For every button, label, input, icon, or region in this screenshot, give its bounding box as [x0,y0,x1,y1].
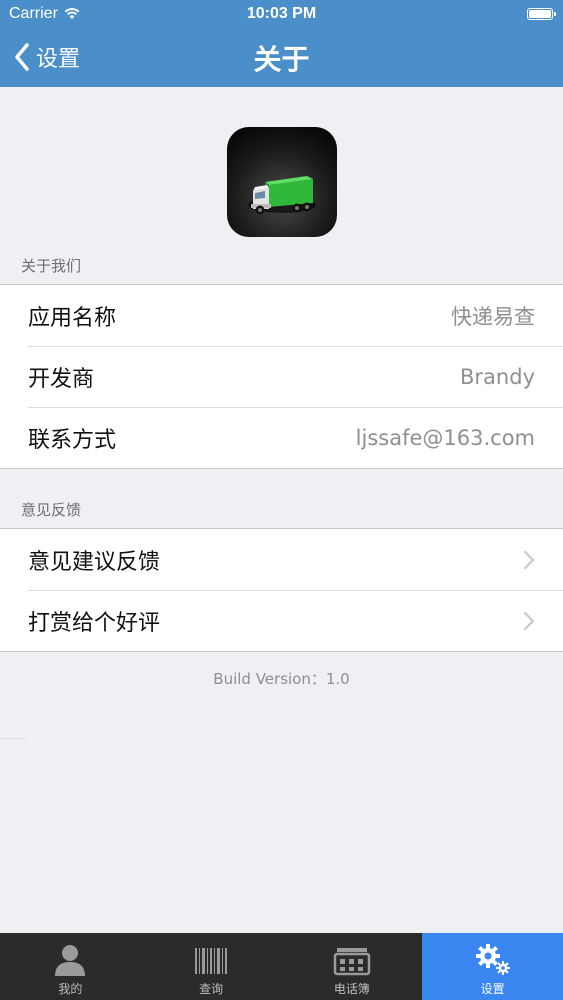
about-group: 应用名称 快递易查 开发商 Brandy 联系方式 ljssafe@163.co… [0,284,563,469]
row-value: 快递易查 [451,304,535,329]
row-value: Brandy [460,364,535,389]
status-time: 10:03 PM [246,5,317,22]
truck-icon [248,176,316,215]
tab-label: 我的 [58,982,83,996]
tab-label: 设置 [480,982,505,996]
tab-bar: 我的 查询 电话簿 设置 [0,933,563,1000]
battery-icon [527,8,556,20]
tab-mine[interactable]: 我的 [0,933,141,1000]
row-label: 意见建议反馈 [28,549,161,575]
phonebook-icon [333,948,371,976]
tab-query[interactable]: 查询 [141,933,282,1000]
row-value: ljssafe@163.com [355,425,535,450]
row-developer: 开发商 Brandy [0,346,563,407]
gear-icon [475,944,510,975]
status-bar: Carrier 10:03 PM [0,0,563,30]
chevron-right-icon [523,550,535,569]
person-icon [55,945,86,976]
section-header-feedback: 意见反馈 [21,501,82,519]
navigation-bar: 设置 关于 [0,30,563,87]
app-icon [227,127,337,237]
row-label: 开发商 [28,366,95,392]
chevron-right-icon [523,611,535,630]
section-header-about: 关于我们 [21,257,82,275]
row-rate[interactable]: 打赏给个好评 [0,590,563,651]
row-app-name: 应用名称 快递易查 [0,285,563,346]
feedback-group: 意见建议反馈 打赏给个好评 [0,528,563,652]
row-contact: 联系方式 ljssafe@163.com [0,407,563,468]
row-feedback[interactable]: 意见建议反馈 [0,529,563,590]
row-label: 应用名称 [28,305,117,331]
divider [0,738,26,739]
tab-label: 电话簿 [333,982,370,996]
row-label: 联系方式 [28,427,117,453]
tab-settings[interactable]: 设置 [422,933,563,1000]
row-label: 打赏给个好评 [28,610,161,636]
page-title: 关于 [253,43,310,76]
about-screen: Carrier 10:03 PM 设置 关于 关于我们 应用名称 快递易查 开发… [0,0,563,1000]
barcode-icon [195,948,228,974]
build-version: Build Version：1.0 [213,670,350,688]
tab-label: 查询 [199,982,224,996]
header: Carrier 10:03 PM 设置 关于 [0,0,563,87]
tab-phonebook[interactable]: 电话簿 [282,933,423,1000]
